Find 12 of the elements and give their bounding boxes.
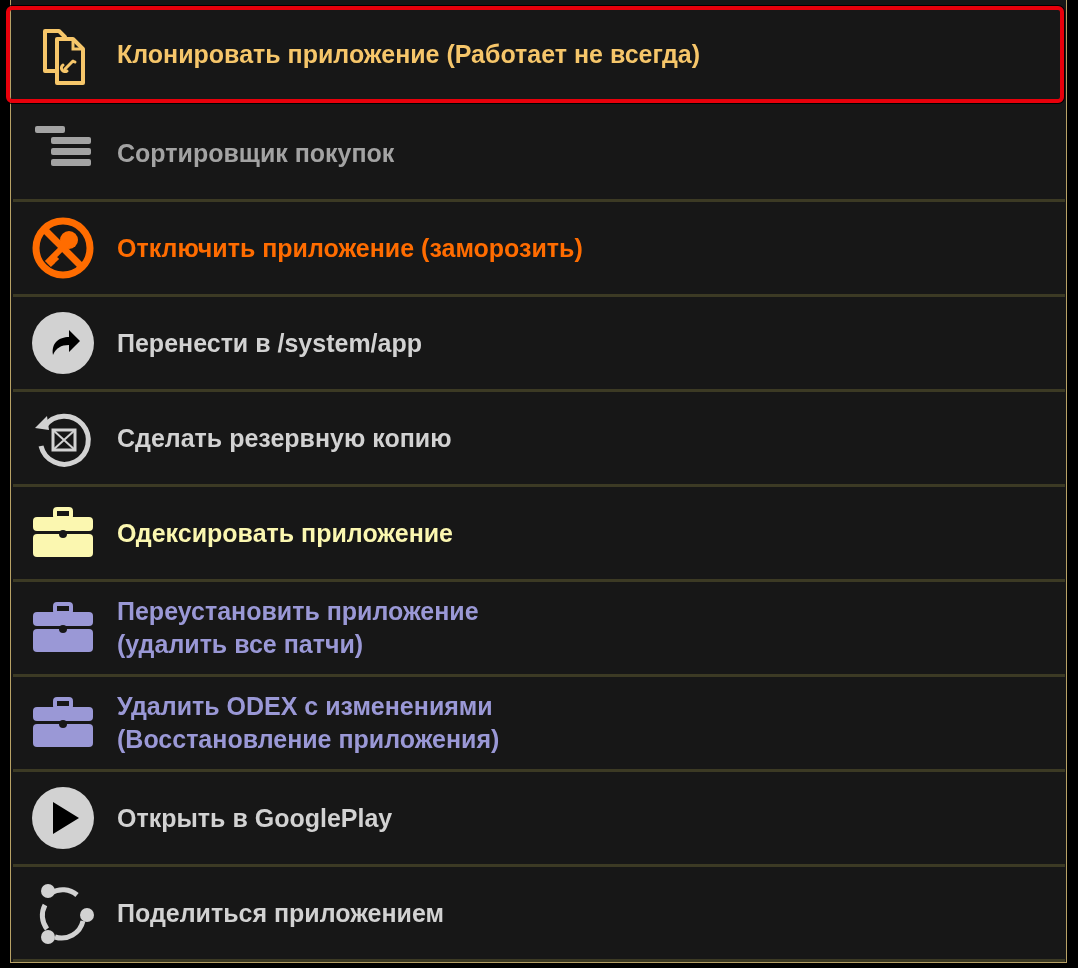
- menu-item[interactable]: Сделать резервную копию: [13, 392, 1065, 487]
- menu-item[interactable]: Сортировщик покупок: [13, 107, 1065, 202]
- menu-item[interactable]: Удалить ODEX с изменениями (Восстановление приложения): [13, 677, 1065, 772]
- play-icon: [31, 786, 95, 850]
- menu-item[interactable]: Открыть в GooglePlay: [13, 772, 1065, 867]
- prohibited-key-icon: [31, 216, 95, 280]
- menu-item[interactable]: Переустановить приложение (удалить все патчи): [13, 582, 1065, 677]
- menu-item[interactable]: Перенести в /system/app: [13, 297, 1065, 392]
- menu-item[interactable]: Поделиться приложением: [13, 867, 1065, 962]
- menu-item[interactable]: Одексировать приложение: [13, 487, 1065, 582]
- menu-item[interactable]: Отключить приложение (заморозить): [13, 202, 1065, 297]
- menu-item[interactable]: Клонировать приложение (Работает не всегда): [6, 6, 1064, 103]
